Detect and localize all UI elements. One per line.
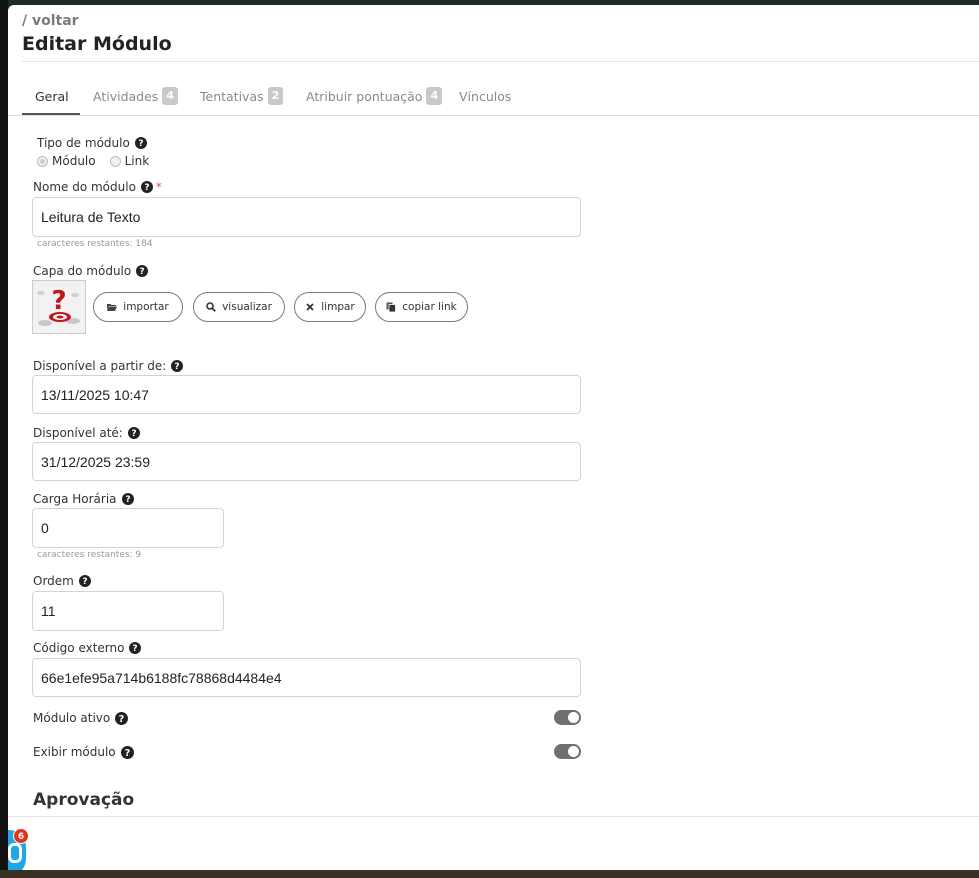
folder-open-icon (107, 304, 118, 311)
help-icon[interactable]: ? (134, 137, 147, 149)
module-type-label: Tipo de módulo ? (37, 136, 147, 150)
tab-label: Atividades (93, 88, 159, 104)
svg-text:?: ? (133, 644, 138, 654)
button-label: importar (123, 301, 169, 313)
label-text: Capa do módulo (33, 264, 132, 278)
header-divider (22, 61, 979, 62)
back-link[interactable]: / voltar (22, 13, 79, 29)
button-label: visualizar (222, 301, 272, 313)
available-until-label: Disponível até: ? (33, 426, 140, 440)
tab-atividades[interactable]: Atividades 4 (93, 77, 178, 115)
order-input[interactable]: 11 (32, 591, 224, 631)
label-text: Ordem (33, 574, 74, 588)
available-until-input[interactable]: 31/12/2025 23:59 (32, 442, 581, 481)
cover-label: Capa do módulo ? (33, 264, 149, 278)
help-icon[interactable]: ? (127, 427, 140, 439)
radio-label: Módulo (52, 154, 96, 168)
help-icon[interactable]: ? (78, 575, 91, 587)
svg-text:?: ? (175, 362, 180, 372)
svg-text:?: ? (82, 577, 87, 587)
workload-char-hint: caracteres restantes: 9 (37, 550, 142, 560)
clear-button[interactable]: limpar (294, 292, 366, 322)
import-button[interactable]: importar (93, 292, 183, 322)
radio-modulo[interactable] (37, 155, 48, 167)
workload-input[interactable]: 0 (32, 508, 224, 548)
svg-text:?: ? (125, 495, 130, 505)
label-text: Código externo (33, 641, 125, 655)
svg-text:?: ? (124, 747, 130, 758)
svg-text:?: ? (138, 139, 143, 149)
module-name-input[interactable]: Leitura de Texto (32, 197, 581, 237)
svg-text:?: ? (140, 267, 145, 277)
label-text: Tipo de módulo (37, 136, 130, 150)
button-label: copiar link (402, 301, 457, 313)
module-active-label: Módulo ativo ? (33, 711, 129, 725)
tab-count-badge: 4 (426, 87, 443, 105)
close-icon (306, 303, 314, 311)
tab-count-badge: 2 (267, 87, 284, 105)
workload-label: Carga Horária ? (33, 492, 134, 506)
module-active-toggle[interactable] (554, 710, 581, 725)
module-type-radio-group: Módulo Link (37, 154, 159, 168)
footer-bar (8, 816, 979, 870)
available-from-label: Disponível a partir de: ? (33, 359, 184, 373)
svg-text:?: ? (119, 713, 125, 724)
label-text: Disponível a partir de: (33, 359, 167, 373)
tab-label: Geral (35, 88, 69, 104)
help-icon[interactable]: ? (171, 360, 184, 372)
label-text: Disponível até: (33, 426, 123, 440)
approval-section-title: Aprovação (33, 790, 135, 810)
radio-label: Link (124, 154, 150, 168)
module-name-label: Nome do módulo ? * (33, 180, 162, 194)
tab-vinculos[interactable]: Vínculos (459, 77, 511, 115)
external-code-label: Código externo ? (33, 641, 142, 655)
tab-bar: Geral Atividades 4 Tentativas 2 Atribuir… (22, 77, 979, 115)
tab-label: Atribuir pontuação (306, 88, 423, 104)
tab-tentativas[interactable]: Tentativas 2 (200, 77, 284, 115)
tab-geral[interactable]: Geral (35, 77, 69, 115)
external-code-input[interactable]: 66e1efe95a714b6188fc78868d4484e4 (32, 658, 581, 697)
button-label: limpar (321, 301, 355, 313)
show-module-toggle[interactable] (554, 744, 581, 759)
help-icon[interactable]: ? (121, 493, 134, 505)
copy-icon (386, 302, 397, 312)
label-text: Nome do módulo (33, 180, 136, 194)
background-left (0, 0, 8, 878)
background-bottom (0, 870, 979, 878)
copy-link-button[interactable]: copiar link (375, 292, 468, 322)
tabs-divider (8, 115, 979, 116)
svg-text:?: ? (51, 286, 66, 316)
label-text: Exibir módulo (33, 745, 116, 759)
search-icon (206, 302, 217, 312)
help-icon[interactable]: ? (140, 181, 153, 193)
help-icon[interactable]: ? (120, 745, 134, 759)
available-from-input[interactable]: 13/11/2025 10:47 (32, 375, 581, 414)
tab-atribuir-pontuacao[interactable]: Atribuir pontuação 4 (306, 77, 443, 115)
tab-label: Vínculos (459, 88, 512, 104)
preview-button[interactable]: visualizar (193, 292, 285, 322)
label-text: Carga Horária (33, 492, 117, 506)
radio-link[interactable] (109, 155, 121, 167)
tab-label: Tentativas (200, 88, 264, 104)
cover-image-thumbnail: ? (32, 280, 86, 334)
svg-text:?: ? (144, 183, 149, 193)
required-asterisk: * (155, 180, 162, 194)
order-label: Ordem ? (33, 574, 91, 588)
module-name-char-hint: caracteres restantes: 184 (37, 239, 153, 249)
help-icon[interactable]: ? (115, 711, 129, 725)
show-module-label: Exibir módulo ? (33, 745, 134, 759)
help-icon[interactable]: ? (129, 642, 142, 654)
tab-count-badge: 4 (162, 87, 178, 105)
svg-text:?: ? (131, 429, 136, 439)
chat-notification-badge: 6 (13, 828, 29, 844)
chat-icon (8, 843, 22, 863)
edit-module-panel: / voltar Editar Módulo Geral Atividades … (8, 5, 979, 870)
label-text: Módulo ativo (33, 711, 111, 725)
help-icon[interactable]: ? (136, 265, 149, 277)
page-title: Editar Módulo (22, 33, 172, 55)
